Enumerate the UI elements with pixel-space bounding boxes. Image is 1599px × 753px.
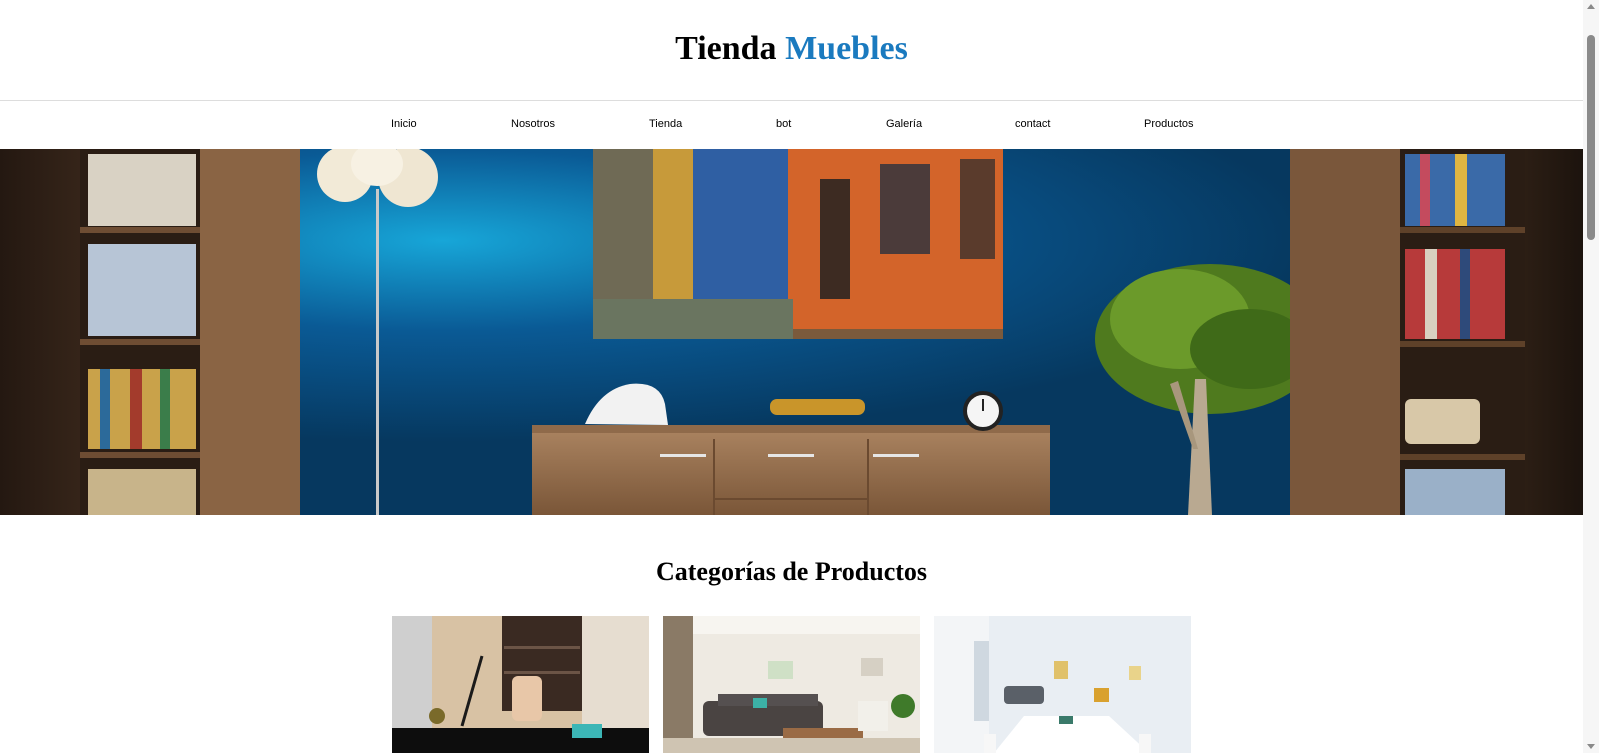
category-image-office [392,616,649,753]
nav-link-galeria[interactable]: Galería [886,118,922,130]
site-header: Tienda Muebles [0,0,1583,101]
category-card-living-room[interactable] [663,616,920,753]
scroll-down-arrow-icon[interactable] [1587,744,1595,749]
nav-link-nosotros[interactable]: Nosotros [511,118,555,130]
category-card-meeting-room[interactable] [934,616,1191,753]
nav-link-inicio[interactable]: Inicio [391,118,417,130]
scrollbar-thumb[interactable] [1587,35,1595,240]
hero-image [0,149,1583,515]
categories-heading: Categorías de Productos [655,557,928,586]
page: Tienda Muebles Inicio Nosotros Tienda bo… [0,0,1583,753]
hero-banner [0,149,1583,515]
nav-link-tienda[interactable]: Tienda [649,118,682,130]
main-nav [0,100,1583,149]
logo-text-muebles: Muebles [785,30,908,67]
nav-link-productos[interactable]: Productos [1144,118,1194,130]
site-logo[interactable]: Tienda Muebles [0,30,1583,68]
scroll-up-arrow-icon[interactable] [1587,4,1595,9]
logo-text-tienda: Tienda [675,30,777,67]
category-image-meeting-room [934,616,1191,753]
vertical-scrollbar[interactable] [1583,0,1599,753]
category-card-office[interactable] [392,616,649,753]
nav-link-contact[interactable]: contact [1015,118,1050,130]
nav-link-bot[interactable]: bot [776,118,791,130]
category-image-living-room [663,616,920,753]
